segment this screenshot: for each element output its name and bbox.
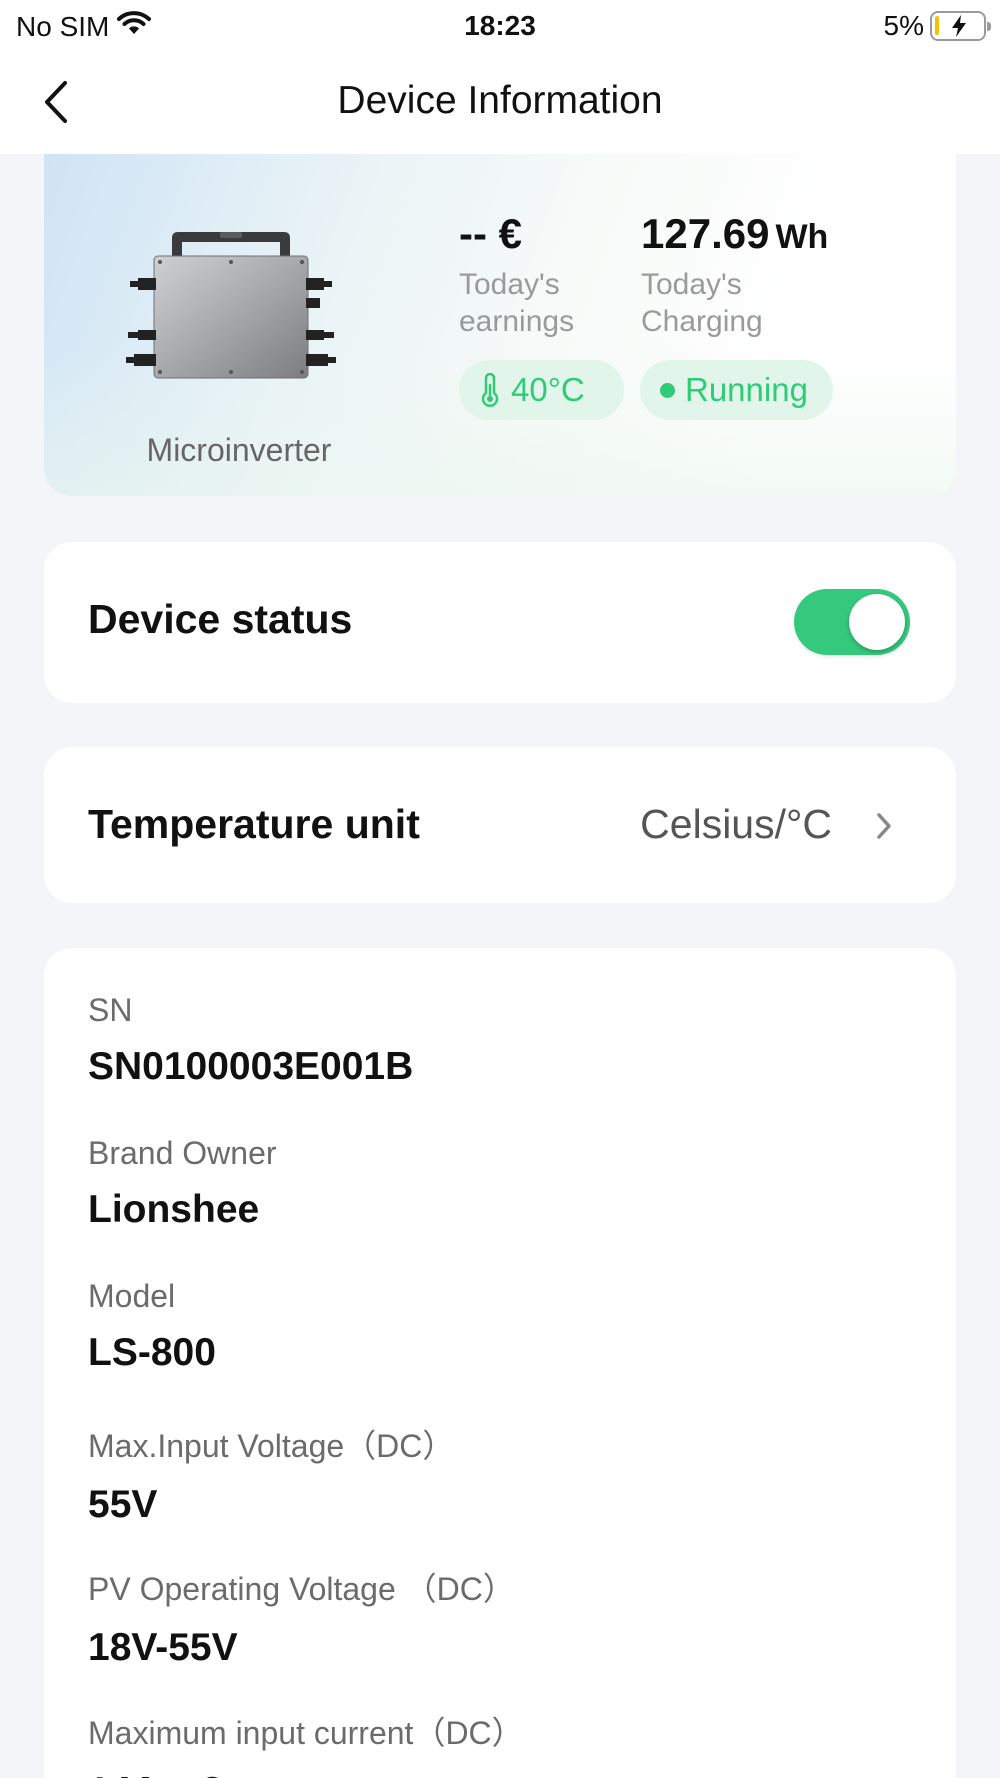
earnings-label: Today's earnings xyxy=(459,268,575,338)
temperature-unit-row[interactable]: Temperature unit Celsius/°C xyxy=(44,747,956,903)
running-status-badge: Running xyxy=(640,360,833,420)
temperature-badge: 40°C xyxy=(459,360,624,420)
info-value: Lionshee xyxy=(88,1188,260,1231)
info-item-max-input-current: Maximum input current（DC） 14A x 2 xyxy=(88,1708,524,1778)
info-item-sn: SN SN0100003E001B xyxy=(88,992,413,1089)
info-item-model: Model LS-800 xyxy=(88,1278,216,1375)
charging-value: 127.69 xyxy=(641,210,770,257)
status-right: 5% xyxy=(883,10,991,42)
info-item-max-input-voltage: Max.Input Voltage（DC） 55V xyxy=(88,1421,454,1527)
info-label: Brand Owner xyxy=(88,1135,277,1171)
info-label: Model xyxy=(88,1278,176,1314)
temperature-value: 40°C xyxy=(511,371,585,408)
info-item-pv-operating-voltage: PV Operating Voltage （DC） 18V-55V xyxy=(88,1564,515,1670)
status-bar: No SIM 18:23 5% xyxy=(0,0,1000,52)
toggle-knob xyxy=(849,594,905,650)
device-status-card: Device status xyxy=(44,542,956,703)
info-label: SN xyxy=(88,992,133,1028)
info-value: 14A x 2 xyxy=(88,1770,524,1778)
nav-header: Device Information xyxy=(0,52,1000,154)
info-value: SN0100003E001B xyxy=(88,1045,414,1088)
info-item-brand-owner: Brand Owner Lionshee xyxy=(88,1135,277,1232)
battery-charging-icon xyxy=(930,11,991,41)
charging-stat: 127.69 Wh Today's Charging xyxy=(641,210,828,340)
clock: 18:23 xyxy=(464,10,536,41)
info-label: Max.Input Voltage（DC） xyxy=(88,1428,455,1464)
device-status-toggle[interactable] xyxy=(794,589,910,655)
thermometer-icon xyxy=(481,373,499,407)
temperature-unit-value: Celsius/°C xyxy=(640,801,832,847)
charging-value-row: 127.69 Wh xyxy=(641,210,828,258)
earnings-value: -- € xyxy=(459,210,522,257)
info-label: Maximum input current（DC） xyxy=(88,1715,524,1751)
battery-percent: 5% xyxy=(883,10,924,41)
info-value: LS-800 xyxy=(88,1331,216,1374)
earnings-stat: -- € Today's earnings xyxy=(459,210,639,340)
chevron-right-icon xyxy=(877,813,891,839)
info-value: 55V xyxy=(88,1483,158,1526)
page-title: Device Information xyxy=(337,79,663,122)
device-info-card: SN SN0100003E001B Brand Owner Lionshee M… xyxy=(44,948,956,1778)
microinverter-image xyxy=(126,232,336,379)
charging-label: Today's Charging xyxy=(641,268,763,338)
status-text: Running xyxy=(685,371,808,408)
info-value: 18V-55V xyxy=(88,1626,238,1669)
battery-level-fill xyxy=(935,16,939,35)
status-dot-icon xyxy=(660,382,675,398)
info-label: PV Operating Voltage （DC） xyxy=(88,1571,515,1607)
temperature-unit-label: Temperature unit xyxy=(88,801,420,847)
device-status-label: Device status xyxy=(88,596,353,642)
charging-unit: Wh xyxy=(775,218,829,256)
device-type-label: Microinverter xyxy=(146,432,332,468)
device-summary-card: Microinverter -- € Today's earnings 127.… xyxy=(44,154,956,496)
